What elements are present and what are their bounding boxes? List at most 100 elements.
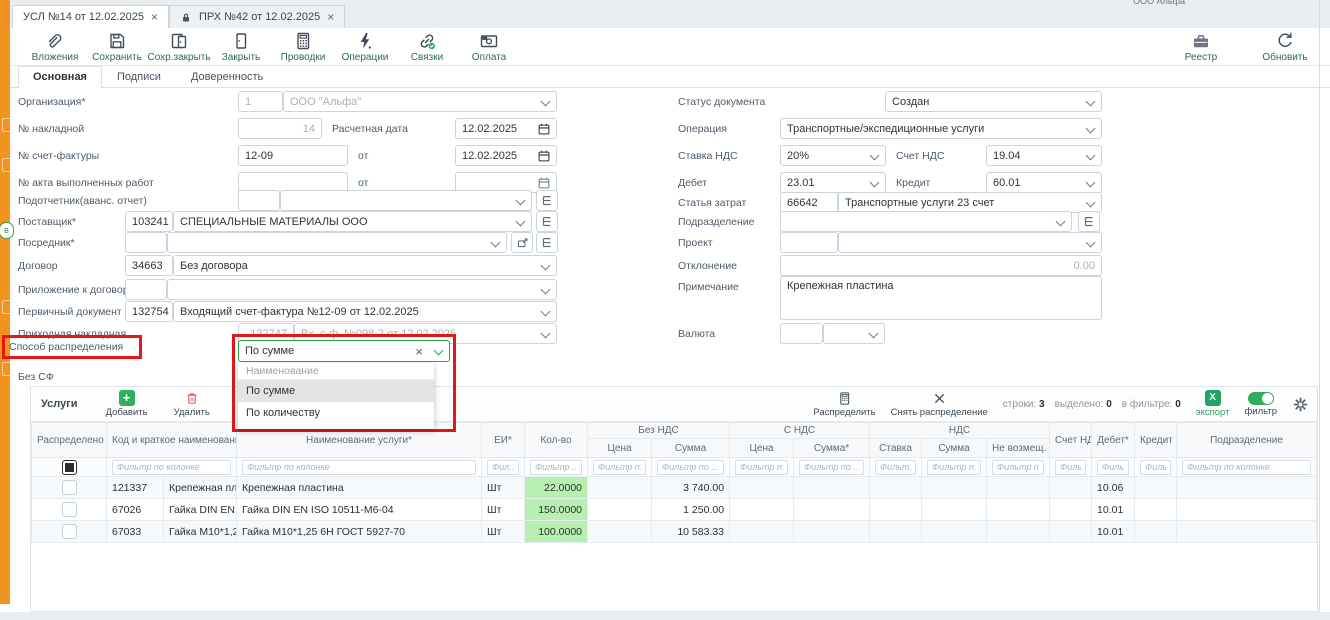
- close-icon[interactable]: ×: [151, 11, 158, 23]
- currency-code-field[interactable]: [780, 323, 823, 344]
- podotchetnik-code-field[interactable]: [238, 190, 280, 211]
- save-button[interactable]: Сохранить: [86, 31, 148, 63]
- filter-input-vat-account[interactable]: [1055, 460, 1086, 475]
- operations-button[interactable]: Операции: [334, 31, 396, 63]
- cost-item-code-field[interactable]: 66642: [780, 192, 838, 213]
- sidebar-icon: [2, 118, 13, 132]
- contract-select[interactable]: Без договора: [173, 255, 557, 276]
- credit-select[interactable]: 60.01: [986, 172, 1102, 193]
- vat-rate-select[interactable]: 20%: [780, 145, 886, 166]
- export-button[interactable]: X экспорт: [1196, 390, 1230, 418]
- tab-signatures[interactable]: Подписи: [102, 66, 176, 87]
- podotchetnik-select[interactable]: [280, 190, 532, 211]
- supplier-select[interactable]: СПЕЦИАЛЬНЫЕ МАТЕРИАЛЫ ООО: [173, 211, 532, 232]
- close-button[interactable]: Закрыть: [210, 31, 272, 63]
- chevron-down-icon: [1086, 151, 1096, 161]
- delete-row-button[interactable]: Удалить: [174, 390, 210, 418]
- mediator-code-field[interactable]: [125, 232, 167, 253]
- filter-input-sum3[interactable]: [927, 460, 981, 475]
- cost-item-select[interactable]: Транспортные услуги 23 счет: [838, 192, 1102, 213]
- tab-main[interactable]: Основная: [18, 66, 102, 88]
- postings-button[interactable]: Проводки: [272, 31, 334, 63]
- division-select[interactable]: [780, 211, 1072, 232]
- calendar-icon[interactable]: [537, 149, 551, 163]
- close-icon[interactable]: ×: [327, 11, 334, 23]
- row-select-checkbox[interactable]: [62, 524, 77, 539]
- chevron-down-icon: [516, 217, 526, 227]
- filter-input-ei[interactable]: [487, 460, 519, 475]
- annex-select[interactable]: [167, 279, 557, 300]
- dropdown-option[interactable]: По количеству: [238, 402, 434, 424]
- tab-usl-document[interactable]: УСЛ №14 от 12.02.2025 ×: [12, 5, 169, 28]
- chevron-down-icon: [541, 97, 551, 107]
- dropdown-option[interactable]: По сумме: [238, 380, 434, 402]
- filter-input-division[interactable]: [1182, 460, 1311, 475]
- links-button[interactable]: Связки: [396, 31, 458, 63]
- calc-date-field[interactable]: 12.02.2025: [455, 118, 557, 139]
- table-row[interactable]: 67026 Гайка DIN EN ISO 10... Гайка DIN E…: [32, 499, 1317, 521]
- filter-input-price2[interactable]: [735, 460, 788, 475]
- contract-code-field[interactable]: 34663: [125, 255, 173, 276]
- supplier-code-field[interactable]: 103241: [125, 211, 173, 232]
- org-select[interactable]: ООО "Альфа": [283, 91, 557, 112]
- notes-textarea[interactable]: Крепежная пластина: [780, 276, 1102, 320]
- hierarchy-picker-button[interactable]: [536, 211, 558, 232]
- calendar-icon[interactable]: [537, 176, 551, 190]
- hierarchy-picker-button[interactable]: [536, 232, 558, 253]
- clear-icon[interactable]: ×: [415, 344, 423, 359]
- currency-select[interactable]: [823, 323, 885, 344]
- vat-account-select[interactable]: 19.04: [986, 145, 1102, 166]
- status-select[interactable]: Создан: [885, 91, 1102, 112]
- sf-no-field[interactable]: 12-09: [238, 145, 348, 166]
- filter-input-sum1[interactable]: [657, 460, 724, 475]
- open-card-button[interactable]: [511, 232, 533, 253]
- undistribute-button[interactable]: Снять распределение: [891, 391, 988, 418]
- hierarchy-picker-button[interactable]: [536, 190, 558, 211]
- add-row-button[interactable]: + Добавить: [106, 390, 148, 418]
- external-link-icon: [516, 236, 529, 249]
- payment-button[interactable]: Оплата: [458, 31, 520, 63]
- distribution-method-combo[interactable]: По сумме ×: [238, 340, 450, 362]
- annex-code-field[interactable]: [125, 279, 167, 300]
- filter-input-nonrefund[interactable]: [992, 460, 1044, 475]
- project-select[interactable]: [838, 232, 1102, 253]
- window-bottom-strip: [0, 612, 1330, 620]
- chevron-down-icon: [541, 261, 551, 271]
- primary-doc-select[interactable]: Входящий счет-фактура №12-09 от 12.02.20…: [173, 301, 557, 322]
- row-select-checkbox[interactable]: [62, 480, 77, 495]
- table-row[interactable]: 67033 Гайка М10*1,25 6Н Г... Гайка М10*1…: [32, 521, 1317, 543]
- tab-power-of-attorney[interactable]: Доверенность: [176, 66, 278, 87]
- cell-code: 121337: [107, 477, 164, 499]
- refresh-button[interactable]: Обновить: [1254, 31, 1316, 63]
- paperclip-icon: [45, 31, 65, 51]
- distribute-button[interactable]: Распределить: [813, 391, 875, 418]
- filter-input-sum2[interactable]: [799, 460, 864, 475]
- project-code-field[interactable]: [780, 232, 838, 253]
- select-all-checkbox[interactable]: [62, 460, 77, 475]
- filter-input-price1[interactable]: [593, 460, 646, 475]
- toolbar-label: Обновить: [1262, 52, 1307, 63]
- filter-input-code[interactable]: [112, 460, 231, 475]
- save-close-button[interactable]: Сохр.закрыть: [148, 31, 210, 63]
- field-label: Операция: [678, 123, 727, 135]
- filter-input-name[interactable]: [242, 460, 476, 475]
- row-select-checkbox[interactable]: [62, 502, 77, 517]
- org-value: ООО "Альфа": [290, 96, 361, 108]
- operation-select[interactable]: Транспортные/экспедиционные услуги: [780, 118, 1102, 139]
- gear-icon[interactable]: [1292, 396, 1309, 413]
- filter-input-credit[interactable]: [1140, 460, 1171, 475]
- attachments-button[interactable]: Вложения: [24, 31, 86, 63]
- filter-input-rate[interactable]: [875, 460, 916, 475]
- mediator-select[interactable]: [167, 232, 507, 253]
- primary-doc-code-field[interactable]: 132754: [125, 301, 173, 322]
- tab-prh-document[interactable]: ПРХ №42 от 12.02.2025 ×: [169, 5, 345, 28]
- calendar-icon[interactable]: [537, 122, 551, 136]
- registry-button[interactable]: Реестр: [1170, 31, 1232, 63]
- table-row[interactable]: 121337 Крепежная пластина Крепежная плас…: [32, 477, 1317, 499]
- debit-select[interactable]: 23.01: [780, 172, 886, 193]
- hierarchy-picker-button[interactable]: [1078, 211, 1100, 232]
- sf-date-field[interactable]: 12.02.2025: [455, 145, 557, 166]
- filter-input-debit[interactable]: [1097, 460, 1129, 475]
- filter-toggle[interactable]: фильтр: [1244, 392, 1277, 417]
- filter-input-qty[interactable]: [530, 460, 582, 475]
